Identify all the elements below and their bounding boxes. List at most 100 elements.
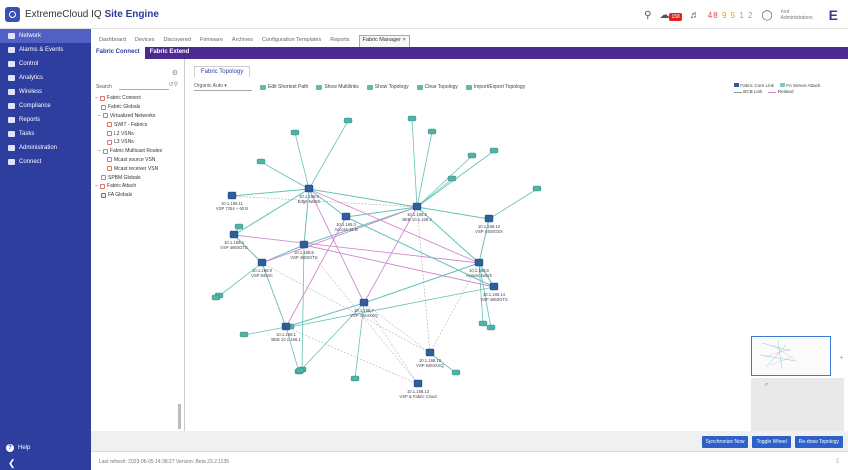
access-point-node[interactable]	[256, 158, 266, 165]
fabric-core-link	[308, 188, 418, 208]
access-point-icon	[234, 223, 244, 230]
minimap-links	[759, 340, 797, 370]
access-point-node[interactable]	[211, 294, 221, 301]
search-icon[interactable]: ⚲	[644, 10, 651, 21]
topology-minimap[interactable]	[751, 336, 831, 376]
switch-node[interactable]: 10.1.168.6Edge switch	[298, 184, 321, 204]
sidebar-item-compliance[interactable]: Compliance	[0, 99, 91, 113]
switch-model-label: VSP 8404C	[251, 273, 273, 278]
tree-node-fa-globals[interactable]: FA Globals	[95, 191, 162, 200]
bell-icon[interactable]: ♬	[690, 10, 700, 21]
tree-node-spbm-globals[interactable]: SPBM Globals	[95, 173, 162, 182]
sidebar-item-administration[interactable]: Administration	[0, 141, 91, 155]
tree-node-l3-vsns[interactable]: L3 VSNs	[95, 138, 162, 147]
sidebar-item-control[interactable]: Control	[0, 57, 91, 71]
switch-node[interactable]: 10.1.168.14VSP 4850GTS	[480, 282, 508, 302]
tree-node-fabric-globals[interactable]: Fabric Globals	[95, 103, 162, 112]
minimap-resize-icon[interactable]: ↗	[764, 382, 768, 388]
switch-node[interactable]: 10.1.168.10VSP 8284XSQ	[416, 348, 445, 368]
sidebar-item-alarms[interactable]: Alarms & Events	[0, 43, 91, 57]
subtab-fabric-connect[interactable]: Fabric Connect	[91, 47, 145, 59]
switch-node[interactable]: 10.1.168.7VSP 7254XSQ	[350, 298, 379, 318]
notification-icon[interactable]: ☁ 158	[659, 10, 682, 21]
access-point-node[interactable]	[532, 185, 542, 192]
help-button[interactable]: ? Help	[0, 440, 91, 456]
search-icon[interactable]: ↺⚲	[169, 81, 178, 88]
access-point-node[interactable]	[234, 223, 244, 230]
switch-model-label: VSP 4450GSX	[475, 229, 503, 234]
access-point-node[interactable]	[451, 369, 461, 376]
switch-icon	[359, 298, 369, 307]
switch-model-label: VSP & Fabric Cloud	[399, 394, 437, 399]
access-point-node[interactable]	[489, 147, 499, 154]
tab-fabric-manager[interactable]: Fabric Manager ×	[358, 35, 410, 47]
access-point-node[interactable]	[295, 367, 305, 374]
access-point-node[interactable]	[447, 175, 457, 182]
collapse-sidebar-button[interactable]: ❮	[0, 456, 91, 470]
show-multilinks-button[interactable]: Show Multilinks	[316, 84, 359, 90]
toggle-wheel-button[interactable]: Toggle Wheel	[752, 436, 791, 448]
fabric-icon	[107, 122, 112, 128]
sidebar-item-network[interactable]: Network	[0, 29, 91, 43]
administration-icon	[8, 145, 15, 151]
synchronize-now-button[interactable]: Synchronize Now	[701, 436, 749, 448]
switch-icon	[304, 184, 314, 193]
tree-search-input[interactable]	[119, 82, 169, 90]
tree-node-mcast-source[interactable]: Mcast source VSN	[95, 156, 162, 165]
user-info[interactable]: root Administrators	[781, 9, 821, 21]
sidebar-item-reports[interactable]: Reports	[0, 113, 91, 127]
alarm-counts[interactable]: 48 9 5 1 2	[708, 11, 754, 20]
scroll-down-icon[interactable]: ↧	[835, 458, 840, 465]
tab-reports[interactable]: Reports	[330, 37, 349, 47]
tab-dashboard[interactable]: Dashboard	[99, 37, 126, 47]
access-point-node[interactable]	[478, 320, 488, 327]
switch-node[interactable]: 10.1.168.13VSP & Fabric Cloud	[399, 379, 437, 399]
access-point-node[interactable]	[486, 324, 496, 331]
subtab-fabric-extend[interactable]: Fabric Extend	[145, 47, 195, 59]
sidebar-item-tasks[interactable]: Tasks	[0, 127, 91, 141]
topology-legend: Fabric Core Link FA Server Attach BCB Li…	[734, 82, 842, 94]
sidebar-item-analytics[interactable]: Analytics	[0, 71, 91, 85]
import-export-topology-button[interactable]: Import/Export Topology	[465, 84, 525, 90]
app-logo-icon[interactable]	[5, 7, 20, 22]
edit-shortest-path-button[interactable]: Edit Shortest Path	[260, 84, 308, 90]
close-tab-icon[interactable]: ×	[403, 37, 406, 43]
sidebar-item-connect[interactable]: Connect	[0, 155, 91, 169]
user-icon[interactable]: ◯	[761, 10, 772, 21]
switch-icon	[227, 191, 237, 200]
sidebar-item-wireless[interactable]: Wireless	[0, 85, 91, 99]
access-point-node[interactable]	[407, 115, 417, 122]
access-point-node[interactable]	[467, 152, 477, 159]
redraw-topology-button[interactable]: Re-draw Topology	[794, 436, 843, 448]
tab-fabric-topology[interactable]: Fabric Topology	[194, 66, 251, 77]
switch-node[interactable]: 10.1.168.4VSP 4850GTS	[220, 230, 248, 250]
switch-node[interactable]: 10.1.168.2BEB 10.1.168.2	[402, 202, 432, 222]
tree-node-mcast-receiver[interactable]: Mcast receiver VSN	[95, 164, 162, 173]
access-point-node[interactable]	[343, 117, 353, 124]
tree-node-fabric-attach[interactable]: − Fabric Attach	[95, 182, 162, 191]
tree-node-swit-fabrics[interactable]: SWIT - Fabrics	[95, 120, 162, 129]
access-point-node[interactable]	[427, 128, 437, 135]
tree-node-l2-vsns[interactable]: L2 VSNs	[95, 129, 162, 138]
topology-canvas[interactable]: 10.1.168.6Edge switch10.1.168.11VSP 7254…	[194, 95, 844, 430]
clear-topology-button[interactable]: Clear Topology	[416, 84, 458, 90]
switch-node[interactable]: 10.1.168.9VSP 8404C	[251, 258, 273, 278]
tree-scrollbar[interactable]	[178, 404, 181, 429]
topology-nodes: 10.1.168.6Edge switch10.1.168.11VSP 7254…	[211, 115, 542, 399]
access-point-node[interactable]	[350, 375, 360, 382]
gear-icon[interactable]: ⚙	[172, 69, 178, 77]
tree-node-virtualized-networks[interactable]: − Virtualized Networks	[95, 112, 162, 121]
access-point-node[interactable]	[290, 129, 300, 136]
main-tabs: Dashboard Devices Discovered Firmware Ar…	[91, 29, 848, 47]
tab-devices[interactable]: Devices	[135, 37, 155, 47]
layout-select[interactable]: Organic Auto ▾	[194, 83, 252, 91]
minimap-zoom-control[interactable]: +	[840, 355, 843, 361]
access-point-node[interactable]	[239, 331, 249, 338]
tab-firmware[interactable]: Firmware	[200, 37, 223, 47]
tree-node-fabric-connect[interactable]: − Fabric Connect	[95, 94, 162, 103]
show-topology-button[interactable]: Show Topology	[366, 84, 409, 90]
tab-archives[interactable]: Archives	[232, 37, 253, 47]
tree-node-multicast-routes[interactable]: − Fabric Multicast Routes	[95, 147, 162, 156]
tab-configuration-templates[interactable]: Configuration Templates	[262, 37, 321, 47]
tab-discovered[interactable]: Discovered	[163, 37, 191, 47]
